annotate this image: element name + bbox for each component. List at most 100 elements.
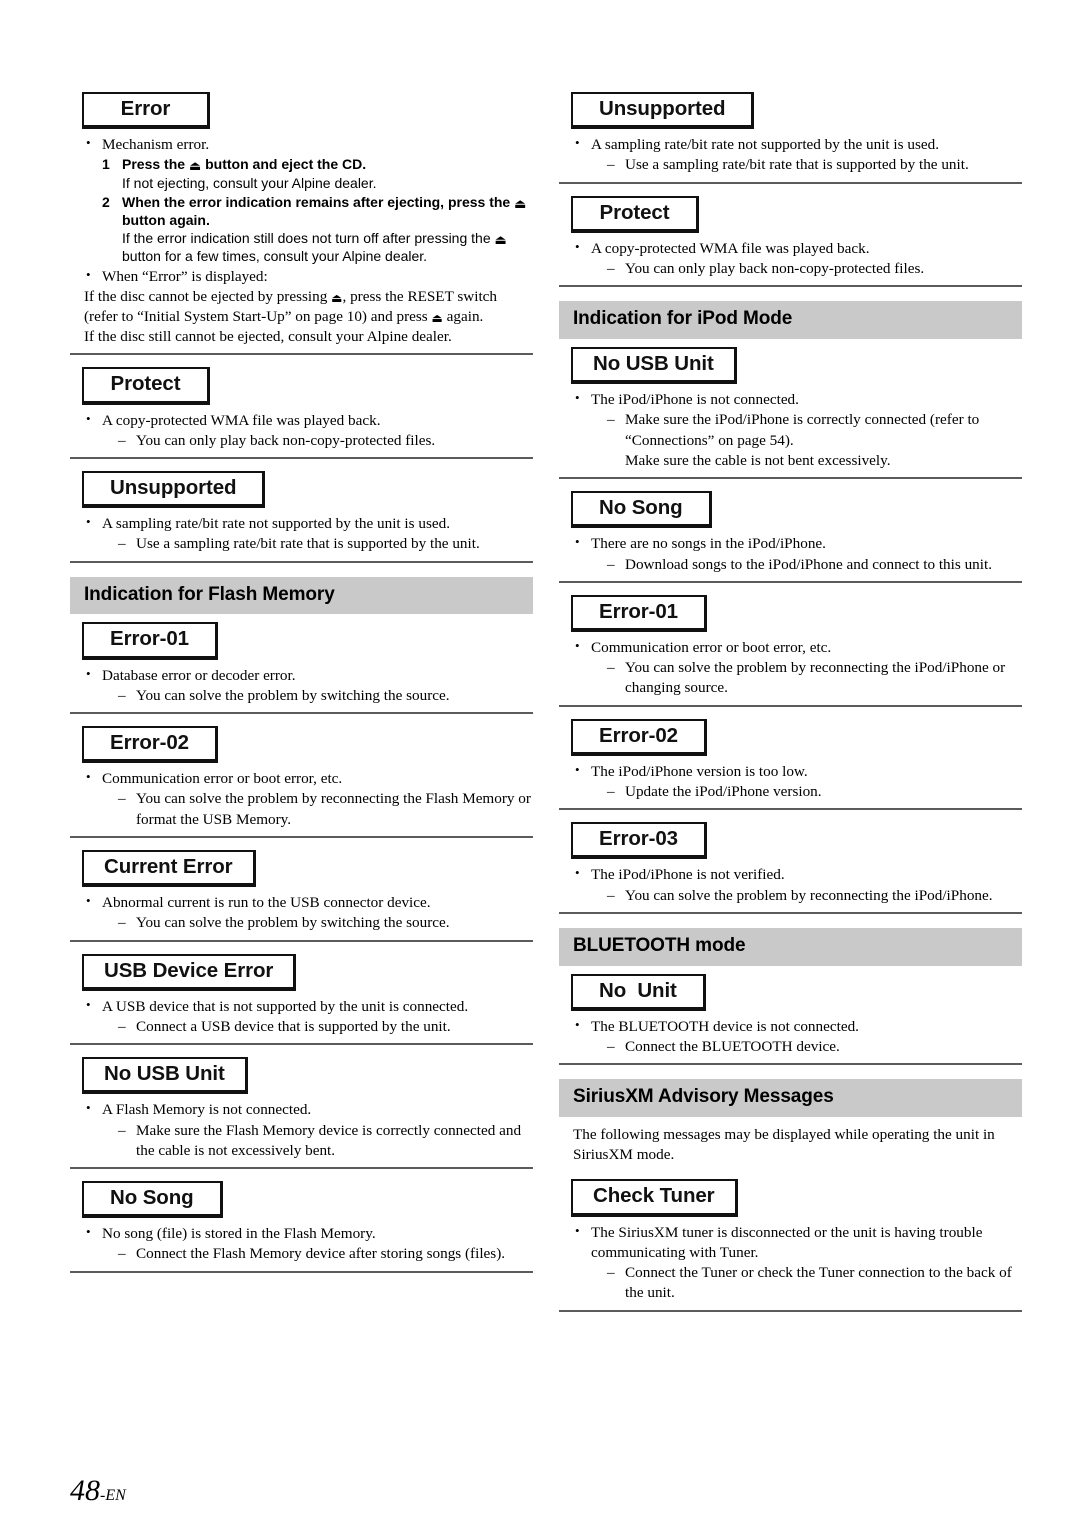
section-no-song-ipod: No Song There are no songs in the iPod/i…	[559, 491, 1022, 583]
section-body: The iPod/iPhone version is too low. Upda…	[559, 761, 1022, 803]
section-band-siriusxm-advisory: SiriusXM Advisory Messages	[559, 1079, 1022, 1118]
bullet-text: The iPod/iPhone is not verified.	[591, 866, 785, 884]
bullet-text: A USB device that is not supported by th…	[102, 997, 469, 1015]
section-body: Database error or decoder error. You can…	[70, 665, 533, 707]
continuation-post: again.	[442, 307, 484, 325]
section-band-flash-memory: Indication for Flash Memory	[70, 576, 533, 615]
list-item: You can solve the problem by reconnectin…	[607, 658, 1022, 698]
sub-bullet-list: Make sure the Flash Memory device is cor…	[102, 1121, 533, 1161]
sub-bullet-list: Connect the BLUETOOTH device.	[591, 1037, 1022, 1057]
bullet-text: Communication error or boot error, etc.	[102, 770, 343, 788]
bullet-list: When “Error” is displayed:	[70, 266, 533, 287]
manual-page: Error Mechanism error. 1 Press the ⏏ but…	[0, 0, 1080, 1526]
list-item: Connect the Tuner or check the Tuner con…	[607, 1263, 1022, 1303]
list-item: The BLUETOOTH device is not connected. C…	[573, 1016, 1022, 1058]
chip-wrap: USB Device Error	[70, 953, 533, 991]
display-label-usb-device-error: USB Device Error	[82, 953, 297, 991]
list-item: A USB device that is not supported by th…	[84, 996, 533, 1038]
list-item: A sampling rate/bit rate not supported b…	[84, 513, 533, 555]
section-divider	[70, 939, 533, 942]
bullet-text: The BLUETOOTH device is not connected.	[591, 1017, 859, 1035]
bullet-list: No song (file) is stored in the Flash Me…	[70, 1223, 533, 1265]
bullet-text: The iPod/iPhone is not connected.	[591, 391, 799, 409]
display-label-protect: Protect	[571, 195, 699, 233]
display-label-no-usb-unit: No USB Unit	[571, 347, 737, 385]
list-item: You can solve the problem by switching t…	[118, 913, 533, 933]
section-body: A sampling rate/bit rate not supported b…	[559, 134, 1022, 176]
list-item: Communication error or boot error, etc. …	[84, 768, 533, 830]
section-error-02-ipod: Error-02 The iPod/iPhone version is too …	[559, 718, 1022, 811]
list-item: You can only play back non-copy-protecte…	[118, 431, 533, 451]
bullet-text: Abnormal current is run to the USB conne…	[102, 894, 431, 912]
section-error-01-ipod: Error-01 Communication error or boot err…	[559, 594, 1022, 707]
list-item: The iPod/iPhone is not connected. Make s…	[573, 389, 1022, 471]
section-divider	[559, 181, 1022, 184]
list-item: Update the iPod/iPhone version.	[607, 782, 1022, 802]
display-label-error-02: Error-02	[82, 726, 218, 764]
list-item: The iPod/iPhone is not verified. You can…	[573, 864, 1022, 906]
section-body: A sampling rate/bit rate not supported b…	[70, 513, 533, 555]
chip-wrap: No Unit	[559, 973, 1022, 1011]
bullet-list: The iPod/iPhone is not connected. Make s…	[559, 389, 1022, 471]
bullet-text: A sampling rate/bit rate not supported b…	[591, 136, 939, 154]
section-body: Communication error or boot error, etc. …	[70, 768, 533, 830]
sub-bullet-list: Use a sampling rate/bit rate that is sup…	[591, 155, 1022, 175]
section-body: Mechanism error. 1 Press the ⏏ button an…	[70, 134, 533, 347]
bullet-text: Mechanism error.	[102, 136, 210, 154]
bullet-list: The iPod/iPhone is not verified. You can…	[559, 864, 1022, 906]
two-column-layout: Error Mechanism error. 1 Press the ⏏ but…	[70, 92, 1025, 1324]
display-label-no-unit: No Unit	[571, 973, 706, 1011]
bullet-list: A sampling rate/bit rate not supported b…	[559, 134, 1022, 176]
list-item: Use a sampling rate/bit rate that is sup…	[607, 155, 1022, 175]
chip-wrap: No USB Unit	[70, 1057, 533, 1095]
section-body: A copy-protected WMA file was played bac…	[559, 238, 1022, 280]
step-body: If the error indication still does not t…	[122, 229, 533, 265]
section-divider	[70, 457, 533, 460]
sub-bullet-text: Make sure the iPod/iPhone is correctly c…	[625, 411, 980, 449]
bullet-text: A Flash Memory is not connected.	[102, 1101, 312, 1119]
list-item: A copy-protected WMA file was played bac…	[84, 410, 533, 452]
eject-icon: ⏏	[188, 159, 202, 175]
section-no-usb-unit-ipod: No USB Unit The iPod/iPhone is not conne…	[559, 347, 1022, 480]
chip-wrap: Check Tuner	[559, 1179, 1022, 1217]
continuation-pre: If the disc cannot be ejected by pressin…	[84, 287, 332, 305]
list-item: When “Error” is displayed:	[84, 266, 533, 287]
right-column: Unsupported A sampling rate/bit rate not…	[559, 92, 1022, 1324]
section-no-song: No Song No song (file) is stored in the …	[70, 1181, 533, 1273]
section-band-ipod-mode: Indication for iPod Mode	[559, 301, 1022, 340]
list-item: 1 Press the ⏏ button and eject the CD. I…	[102, 155, 533, 191]
list-item: Mechanism error.	[84, 134, 533, 155]
chip-wrap: Unsupported	[70, 471, 533, 509]
eject-icon: ⏏	[431, 310, 443, 325]
page-footer: 48-EN	[70, 1474, 126, 1508]
list-item: You can solve the problem by switching t…	[118, 686, 533, 706]
list-item: You can solve the problem by reconnectin…	[607, 886, 1022, 906]
section-protect-right: Protect A copy-protected WMA file was pl…	[559, 195, 1022, 288]
bullet-text: No song (file) is stored in the Flash Me…	[102, 1225, 376, 1243]
section-divider	[70, 1167, 533, 1170]
list-item: Download songs to the iPod/iPhone and co…	[607, 555, 1022, 575]
bullet-text: The iPod/iPhone version is too low.	[591, 762, 808, 780]
chip-wrap: Error-01	[70, 622, 533, 660]
step-body-pre: If the error indication still does not t…	[122, 230, 495, 247]
bullet-list: The BLUETOOTH device is not connected. C…	[559, 1016, 1022, 1058]
section-unsupported: Unsupported A sampling rate/bit rate not…	[70, 471, 533, 563]
list-item: Use a sampling rate/bit rate that is sup…	[118, 534, 533, 554]
sub-bullet-list: Use a sampling rate/bit rate that is sup…	[102, 534, 533, 554]
list-item: The SiriusXM tuner is disconnected or th…	[573, 1222, 1022, 1304]
bullet-list: A Flash Memory is not connected. Make su…	[70, 1099, 533, 1161]
step-heading: Press the ⏏ button and eject the CD.	[122, 155, 533, 173]
chip-wrap: No Song	[70, 1181, 533, 1219]
chip-wrap: Current Error	[70, 849, 533, 888]
sub-bullet-list: Connect the Flash Memory device after st…	[102, 1244, 533, 1264]
bullet-list: Communication error or boot error, etc. …	[70, 768, 533, 830]
chip-wrap: Error-02	[559, 718, 1022, 756]
list-item: Make sure the iPod/iPhone is correctly c…	[607, 410, 1022, 471]
chip-wrap: Error-03	[559, 822, 1022, 860]
bullet-list: There are no songs in the iPod/iPhone. D…	[559, 533, 1022, 575]
sub-bullet-list: You can solve the problem by switching t…	[102, 686, 533, 706]
section-divider	[559, 285, 1022, 288]
display-label-check-tuner: Check Tuner	[571, 1179, 738, 1217]
chip-wrap: Unsupported	[559, 92, 1022, 130]
bullet-text: A copy-protected WMA file was played bac…	[102, 411, 381, 429]
